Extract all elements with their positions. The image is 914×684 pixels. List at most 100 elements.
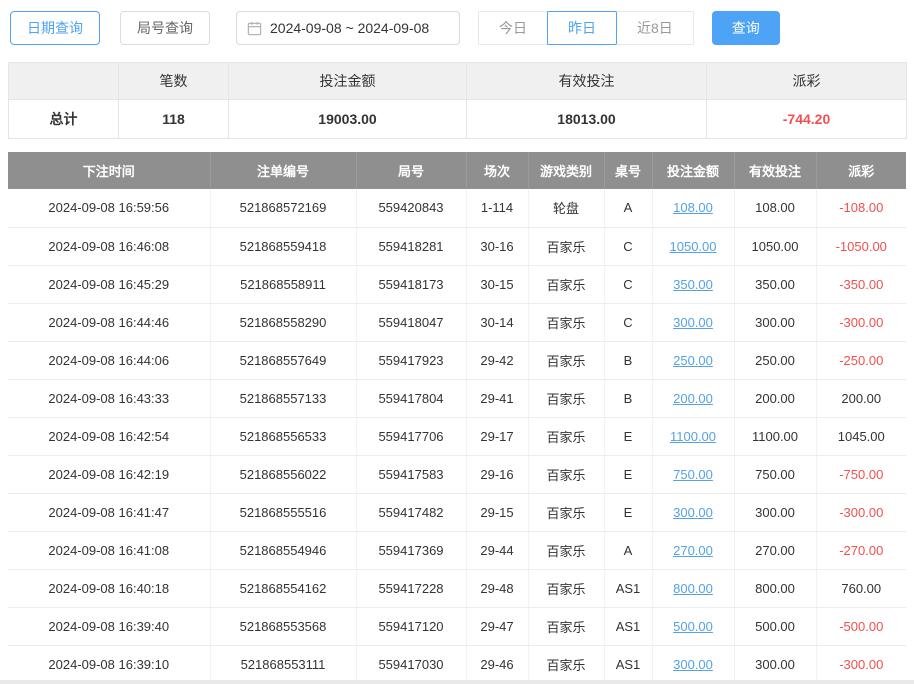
round-query-button[interactable]: 局号查询 bbox=[120, 11, 210, 45]
cell-bet-amount[interactable]: 1100.00 bbox=[652, 417, 734, 455]
cell-table-no: AS1 bbox=[604, 607, 652, 645]
cell-session: 29-16 bbox=[466, 455, 528, 493]
date-range-value: 2024-09-08 ~ 2024-09-08 bbox=[270, 20, 429, 36]
yesterday-button[interactable]: 昨日 bbox=[547, 11, 617, 45]
date-query-button[interactable]: 日期查询 bbox=[10, 11, 100, 45]
last8days-button[interactable]: 近8日 bbox=[616, 11, 694, 45]
header-table-no: 桌号 bbox=[604, 152, 652, 189]
bet-amount-link[interactable]: 1100.00 bbox=[670, 429, 716, 444]
cell-round-id: 559418281 bbox=[356, 227, 466, 265]
cell-session: 29-42 bbox=[466, 341, 528, 379]
header-round-id: 局号 bbox=[356, 152, 466, 189]
cell-bet-id: 521868554946 bbox=[210, 531, 356, 569]
cell-bet-amount[interactable]: 270.00 bbox=[652, 531, 734, 569]
cell-round-id: 559417482 bbox=[356, 493, 466, 531]
cell-bet-time: 2024-09-08 16:42:19 bbox=[8, 455, 210, 493]
header-valid-bet: 有效投注 bbox=[734, 152, 816, 189]
cell-valid-bet: 250.00 bbox=[734, 341, 816, 379]
cell-bet-amount[interactable]: 800.00 bbox=[652, 569, 734, 607]
cell-bet-time: 2024-09-08 16:40:18 bbox=[8, 569, 210, 607]
toolbar: 日期查询 局号查询 2024-09-08 ~ 2024-09-08 今日 昨日 … bbox=[0, 0, 914, 56]
summary-count-value: 118 bbox=[119, 100, 229, 139]
table-row: 2024-09-08 16:42:19 521868556022 5594175… bbox=[8, 455, 906, 493]
records-table: 下注时间 注单编号 局号 场次 游戏类别 桌号 投注金额 有效投注 派彩 202… bbox=[8, 152, 906, 684]
cell-bet-amount[interactable]: 750.00 bbox=[652, 455, 734, 493]
cell-bet-id: 521868555516 bbox=[210, 493, 356, 531]
header-payout: 派彩 bbox=[816, 152, 906, 189]
bet-amount-link[interactable]: 350.00 bbox=[673, 277, 713, 292]
cell-round-id: 559417228 bbox=[356, 569, 466, 607]
today-button[interactable]: 今日 bbox=[478, 11, 548, 45]
summary-header-bet-amount: 投注金额 bbox=[229, 63, 467, 100]
cell-round-id: 559417583 bbox=[356, 455, 466, 493]
bet-amount-link[interactable]: 300.00 bbox=[673, 657, 713, 672]
bet-amount-link[interactable]: 800.00 bbox=[673, 581, 713, 596]
cell-round-id: 559417923 bbox=[356, 341, 466, 379]
cell-game-type: 百家乐 bbox=[528, 493, 604, 531]
cell-game-type: 百家乐 bbox=[528, 455, 604, 493]
cell-bet-amount[interactable]: 200.00 bbox=[652, 379, 734, 417]
bet-amount-link[interactable]: 300.00 bbox=[673, 505, 713, 520]
table-row: 2024-09-08 16:45:29 521868558911 5594181… bbox=[8, 265, 906, 303]
horizontal-scrollbar[interactable] bbox=[0, 680, 914, 684]
cell-bet-amount[interactable]: 350.00 bbox=[652, 265, 734, 303]
cell-bet-time: 2024-09-08 16:39:40 bbox=[8, 607, 210, 645]
cell-bet-amount[interactable]: 300.00 bbox=[652, 493, 734, 531]
cell-bet-time: 2024-09-08 16:59:56 bbox=[8, 189, 210, 227]
table-row: 2024-09-08 16:42:54 521868556533 5594177… bbox=[8, 417, 906, 455]
header-session: 场次 bbox=[466, 152, 528, 189]
cell-valid-bet: 300.00 bbox=[734, 303, 816, 341]
calendar-icon bbox=[247, 21, 262, 36]
cell-table-no: C bbox=[604, 303, 652, 341]
cell-bet-amount[interactable]: 500.00 bbox=[652, 607, 734, 645]
cell-bet-amount[interactable]: 1050.00 bbox=[652, 227, 734, 265]
cell-table-no: E bbox=[604, 493, 652, 531]
summary-bet-amount-value: 19003.00 bbox=[229, 100, 467, 139]
header-bet-amount: 投注金额 bbox=[652, 152, 734, 189]
cell-round-id: 559417804 bbox=[356, 379, 466, 417]
cell-bet-id: 521868553568 bbox=[210, 607, 356, 645]
table-row: 2024-09-08 16:41:47 521868555516 5594174… bbox=[8, 493, 906, 531]
table-row: 2024-09-08 16:39:10 521868553111 5594170… bbox=[8, 645, 906, 683]
bet-amount-link[interactable]: 200.00 bbox=[673, 391, 713, 406]
summary-total-row: 总计 118 19003.00 18013.00 -744.20 bbox=[9, 100, 907, 139]
bet-amount-link[interactable]: 108.00 bbox=[673, 200, 713, 215]
cell-game-type: 百家乐 bbox=[528, 417, 604, 455]
table-row: 2024-09-08 16:44:06 521868557649 5594179… bbox=[8, 341, 906, 379]
cell-valid-bet: 800.00 bbox=[734, 569, 816, 607]
bet-amount-link[interactable]: 250.00 bbox=[673, 353, 713, 368]
cell-bet-amount[interactable]: 300.00 bbox=[652, 303, 734, 341]
table-row: 2024-09-08 16:39:40 521868553568 5594171… bbox=[8, 607, 906, 645]
cell-session: 30-16 bbox=[466, 227, 528, 265]
summary-header-valid-bet: 有效投注 bbox=[467, 63, 707, 100]
cell-valid-bet: 200.00 bbox=[734, 379, 816, 417]
cell-bet-amount[interactable]: 300.00 bbox=[652, 645, 734, 683]
summary-header-row: 笔数 投注金额 有效投注 派彩 bbox=[9, 63, 907, 100]
bet-amount-link[interactable]: 270.00 bbox=[673, 543, 713, 558]
cell-valid-bet: 500.00 bbox=[734, 607, 816, 645]
cell-payout: -350.00 bbox=[816, 265, 906, 303]
records-header-row: 下注时间 注单编号 局号 场次 游戏类别 桌号 投注金额 有效投注 派彩 bbox=[8, 152, 906, 189]
cell-table-no: E bbox=[604, 455, 652, 493]
cell-session: 29-41 bbox=[466, 379, 528, 417]
cell-bet-id: 521868556022 bbox=[210, 455, 356, 493]
cell-round-id: 559418047 bbox=[356, 303, 466, 341]
cell-bet-time: 2024-09-08 16:44:46 bbox=[8, 303, 210, 341]
search-button[interactable]: 查询 bbox=[712, 11, 780, 45]
summary-header-payout: 派彩 bbox=[707, 63, 907, 100]
cell-bet-id: 521868557649 bbox=[210, 341, 356, 379]
cell-table-no: B bbox=[604, 341, 652, 379]
date-range-picker[interactable]: 2024-09-08 ~ 2024-09-08 bbox=[236, 11, 460, 45]
bet-amount-link[interactable]: 500.00 bbox=[673, 619, 713, 634]
cell-bet-time: 2024-09-08 16:41:47 bbox=[8, 493, 210, 531]
bet-amount-link[interactable]: 300.00 bbox=[673, 315, 713, 330]
cell-bet-id: 521868557133 bbox=[210, 379, 356, 417]
bet-amount-link[interactable]: 750.00 bbox=[673, 467, 713, 482]
cell-bet-id: 521868556533 bbox=[210, 417, 356, 455]
bet-amount-link[interactable]: 1050.00 bbox=[670, 239, 717, 254]
cell-bet-amount[interactable]: 108.00 bbox=[652, 189, 734, 227]
cell-payout: 760.00 bbox=[816, 569, 906, 607]
cell-bet-amount[interactable]: 250.00 bbox=[652, 341, 734, 379]
cell-round-id: 559417706 bbox=[356, 417, 466, 455]
table-row: 2024-09-08 16:43:33 521868557133 5594178… bbox=[8, 379, 906, 417]
